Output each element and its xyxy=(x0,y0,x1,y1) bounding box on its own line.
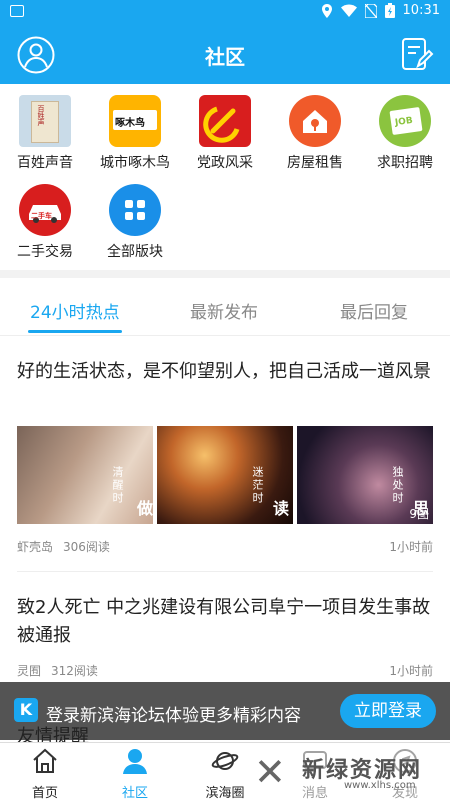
post-meta: 灵囿 312阅读 xyxy=(17,662,98,679)
site-watermark: ✕ 新绿资源网 www.xlhs.com xyxy=(248,748,432,798)
category-label: 党政风采 xyxy=(197,155,253,171)
no-sim-icon xyxy=(364,3,377,18)
woodpecker-logo-text: 啄木鸟 xyxy=(115,118,145,129)
screen: 10:31 社区 百姓声 百姓声音 啄木鸟 城市啄木鸟 党政风采 房屋租售 JO… xyxy=(0,0,450,800)
home-icon xyxy=(33,748,57,773)
planet-icon xyxy=(211,752,239,770)
category-label: 全部版块 xyxy=(107,244,163,260)
party-emblem-icon xyxy=(199,95,251,147)
post-title[interactable]: 致2人死亡 中之兆建设有限公司阜宁一项目发生事故被通报 xyxy=(17,594,437,650)
post-item[interactable]: 致2人死亡 中之兆建设有限公司阜宁一项目发生事故被通报 灵囿 312阅读 1小时前 xyxy=(0,572,450,680)
voice-stele-icon: 百姓声 xyxy=(19,95,71,147)
nav-community[interactable]: 社区 xyxy=(95,747,175,800)
image-count-badge: 9图 xyxy=(409,507,429,521)
stele-inscription: 百姓声 xyxy=(37,105,45,126)
post-thumbnail[interactable]: 独处时 思 9图 xyxy=(297,426,433,524)
category-label: 城市啄木鸟 xyxy=(100,155,170,171)
car-icon: 二手车 xyxy=(19,184,71,236)
house-key-icon xyxy=(289,95,341,147)
nav-home[interactable]: 首页 xyxy=(5,747,85,800)
battery-charging-icon xyxy=(384,3,395,18)
post-reads: 312阅读 xyxy=(51,664,98,678)
post-source[interactable]: 虾壳岛 xyxy=(17,540,53,554)
page-title: 社区 xyxy=(205,45,245,69)
woodpecker-icon: 啄木鸟 xyxy=(109,95,161,147)
category-grid: 百姓声 百姓声音 啄木鸟 城市啄木鸟 党政风采 房屋租售 JOB 求职招聘 二手… xyxy=(0,84,450,270)
category-baixing-voice[interactable]: 百姓声 百姓声音 xyxy=(0,95,90,172)
section-divider xyxy=(0,270,450,278)
community-icon xyxy=(123,749,147,774)
category-woodpecker[interactable]: 啄木鸟 城市啄木鸟 xyxy=(90,95,180,172)
category-jobs[interactable]: JOB 求职招聘 xyxy=(360,95,450,172)
post-thumbnail[interactable]: 清醒时 做 xyxy=(17,426,153,524)
app-header: 社区 xyxy=(0,24,450,84)
post-time: 1小时前 xyxy=(389,664,433,678)
thumb-caption: 清醒时 xyxy=(111,466,124,505)
app-logo-icon: K xyxy=(14,698,38,722)
thumb-caption: 迷茫时 xyxy=(251,466,264,505)
tab-last-reply[interactable]: 最后回复 xyxy=(340,298,408,323)
post-time: 1小时前 xyxy=(389,540,433,554)
tab-latest[interactable]: 最新发布 xyxy=(190,298,258,323)
post-title[interactable]: 好的生活状态，是不仰望别人，把自己活成一道风景 xyxy=(17,358,437,386)
compose-post-icon[interactable] xyxy=(398,36,434,72)
watermark-logo-icon: ✕ xyxy=(254,750,286,794)
category-label: 百姓声音 xyxy=(17,155,73,171)
gallery-notification-icon xyxy=(10,5,24,17)
status-icons: 10:31 xyxy=(321,3,440,18)
thumb-caption: 独处时 xyxy=(391,466,404,505)
nav-label: 社区 xyxy=(121,786,148,800)
feed-tabs: 24小时热点 最新发布 最后回复 xyxy=(0,278,450,336)
nav-label: 首页 xyxy=(31,786,58,800)
thumb-big-char: 读 xyxy=(270,500,289,516)
post-reads: 306阅读 xyxy=(63,540,110,554)
category-housing[interactable]: 房屋租售 xyxy=(270,95,360,172)
category-second-hand[interactable]: 二手车 二手交易 xyxy=(0,184,90,261)
login-button[interactable]: 立即登录 xyxy=(340,694,436,728)
tab-active-indicator xyxy=(28,330,122,333)
post-item[interactable]: 好的生活状态，是不仰望别人，把自己活成一道风景 清醒时 做 迷茫时 读 独处时 … xyxy=(0,336,450,572)
post-source[interactable]: 灵囿 xyxy=(17,664,41,678)
clock: 10:31 xyxy=(402,3,440,18)
thumb-big-char: 做 xyxy=(134,500,153,516)
grid-icon xyxy=(109,184,161,236)
post-thumbnail[interactable]: 迷茫时 读 xyxy=(157,426,293,524)
category-label: 二手交易 xyxy=(17,244,73,260)
post-thumbnails: 清醒时 做 迷茫时 读 独处时 思 9图 xyxy=(17,426,433,524)
category-label: 房屋租售 xyxy=(287,155,343,171)
car-logo-text: 二手车 xyxy=(31,212,52,220)
job-icon: JOB xyxy=(379,95,431,147)
category-party[interactable]: 党政风采 xyxy=(180,95,270,172)
watermark-url: www.xlhs.com xyxy=(344,780,416,791)
category-all[interactable]: 全部版块 xyxy=(90,184,180,261)
post-meta: 虾壳岛 306阅读 xyxy=(17,538,110,555)
status-bar: 10:31 xyxy=(0,0,450,24)
tab-24h-hot[interactable]: 24小时热点 xyxy=(30,298,120,323)
category-label: 求职招聘 xyxy=(377,155,433,171)
wifi-icon xyxy=(340,4,357,17)
location-icon xyxy=(321,3,332,18)
